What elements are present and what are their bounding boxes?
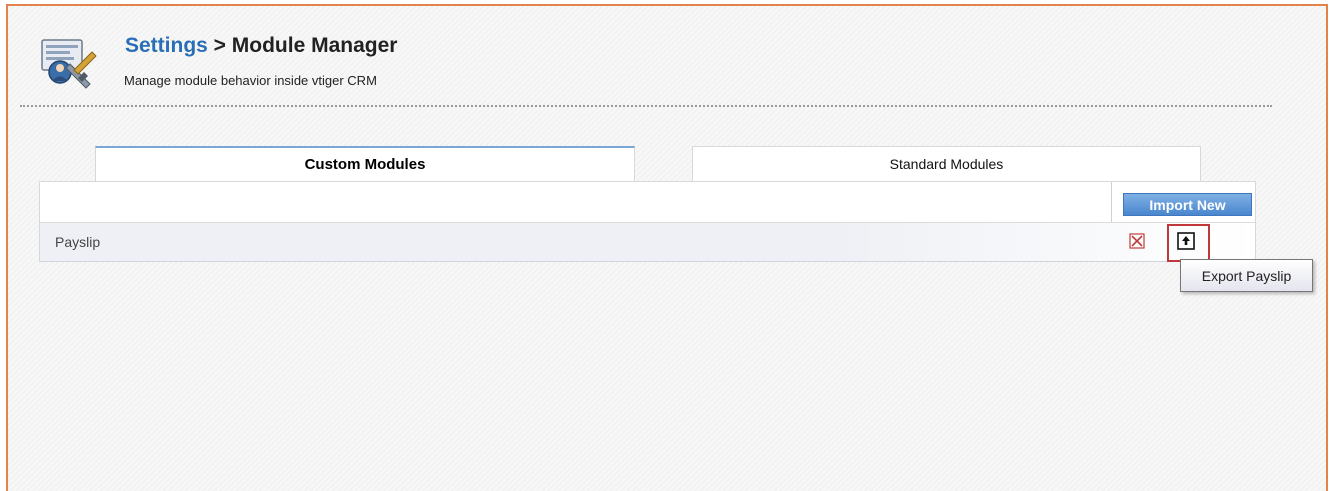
tab-standard-modules[interactable]: Standard Modules bbox=[692, 146, 1201, 181]
tab-custom-modules-label: Custom Modules bbox=[304, 156, 426, 173]
page-subtitle: Manage module behavior inside vtiger CRM bbox=[124, 73, 377, 88]
import-new-button[interactable]: Import New bbox=[1123, 193, 1252, 216]
page-title: Settings > Module Manager bbox=[125, 34, 397, 58]
tab-standard-modules-label: Standard Modules bbox=[889, 156, 1004, 172]
import-new-label: Import New bbox=[1149, 196, 1226, 213]
dotted-divider bbox=[20, 105, 1272, 107]
table-row: Payslip bbox=[40, 223, 1255, 262]
table-toolbar-row: Import New bbox=[40, 182, 1255, 223]
page-heading: Module Manager bbox=[231, 34, 398, 57]
export-up-arrow-icon[interactable] bbox=[1175, 230, 1197, 252]
tab-custom-modules[interactable]: Custom Modules bbox=[95, 146, 635, 181]
tooltip-text: Export Payslip bbox=[1201, 267, 1292, 284]
settings-tools-icon bbox=[41, 39, 97, 89]
delete-x-icon[interactable] bbox=[1129, 233, 1145, 249]
breadcrumb-separator: > bbox=[207, 34, 232, 57]
breadcrumb-settings-link[interactable]: Settings bbox=[125, 34, 208, 57]
module-name: Payslip bbox=[55, 234, 101, 250]
column-divider bbox=[1111, 182, 1112, 222]
export-tooltip: Export Payslip bbox=[1180, 259, 1313, 292]
modules-table: Import New Payslip bbox=[39, 181, 1256, 262]
